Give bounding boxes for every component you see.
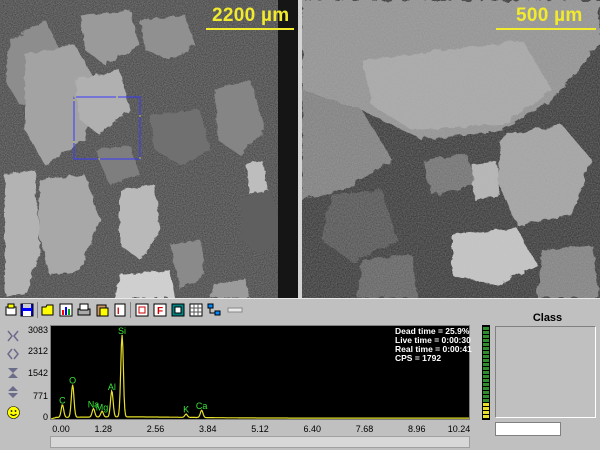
scale-bar-left (206, 28, 294, 30)
peak-label-si: Si (118, 326, 126, 336)
meter-segment (483, 391, 489, 394)
spectrum-scrollbar[interactable] (50, 436, 470, 448)
meter-segment (483, 351, 489, 354)
minimize-icon[interactable] (226, 302, 244, 318)
scale-label-right: 500 µm (516, 5, 583, 26)
up-down-icon[interactable] (6, 385, 20, 399)
scale-label-left: 2200 µm (212, 5, 290, 26)
peak-label-ca: Ca (196, 401, 208, 411)
peak-label-o: O (69, 375, 76, 385)
sem-image-right[interactable]: 500 µm (302, 0, 600, 298)
sem-image-left-rendering (0, 0, 298, 298)
x-tick-label: 10.24 (447, 424, 471, 434)
y-tick-label: 2312 (27, 346, 48, 356)
y-tick-label: 0 (42, 412, 48, 422)
x-tick-label: 3.84 (198, 424, 217, 434)
smiley-icon[interactable] (6, 405, 20, 419)
eds-analysis-window: 2200 µm 500 µm I F 3083 2312 1542 771 0 … (0, 0, 600, 450)
svg-text:I: I (117, 306, 120, 316)
f-filter-icon[interactable]: F (152, 302, 168, 318)
frame-icon[interactable] (134, 302, 150, 318)
meter-segment (483, 359, 489, 362)
y-tick-label: 771 (32, 391, 48, 401)
x-tick-label: 7.68 (355, 424, 374, 434)
meter-segment (483, 335, 489, 338)
meter-segment (483, 371, 489, 374)
zoom-fit-icon[interactable] (6, 329, 20, 343)
meter-segment (483, 415, 489, 418)
sem-image-left[interactable]: 2200 µm (0, 0, 298, 298)
meter-segment (483, 331, 489, 334)
meter-segment (483, 411, 489, 414)
print-preview-icon[interactable] (3, 302, 19, 318)
printer-icon[interactable] (76, 302, 92, 318)
sem-image-right-rendering (302, 0, 600, 298)
peak-label-mg: Mg (96, 402, 109, 412)
text-report-icon[interactable]: I (112, 302, 128, 318)
scale-bar-right (496, 28, 596, 30)
class-list[interactable] (495, 326, 596, 418)
x-tick-label: 8.96 (407, 424, 426, 434)
toolbar-separator (37, 302, 38, 318)
meter-segment (483, 367, 489, 370)
meter-segment (483, 375, 489, 378)
peak-label-k: K (183, 405, 189, 415)
meter-segment (483, 387, 489, 390)
x-tick-label: 1.28 (94, 424, 113, 434)
class-input[interactable] (495, 422, 561, 436)
grid-icon[interactable] (188, 302, 204, 318)
horizontal-expand-icon[interactable] (6, 347, 20, 361)
meter-segment (483, 407, 489, 410)
vertical-expand-icon[interactable] (6, 366, 20, 380)
open-icon[interactable] (40, 302, 56, 318)
meter-segment (483, 403, 489, 406)
meter-segment (483, 395, 489, 398)
meter-segment (483, 343, 489, 346)
toolbar-separator (130, 302, 131, 318)
meter-segment (483, 327, 489, 330)
class-title: Class (532, 312, 563, 324)
x-tick-label: 6.40 (303, 424, 322, 434)
meter-segment (483, 347, 489, 350)
meter-segment (483, 383, 489, 386)
stop-icon[interactable] (170, 302, 186, 318)
y-tick-label: 3083 (27, 325, 48, 335)
meter-segment (483, 399, 489, 402)
meter-segment (483, 363, 489, 366)
paste-icon[interactable] (94, 302, 110, 318)
chart-icon[interactable] (58, 302, 74, 318)
peak-label-al: Al (108, 382, 116, 392)
x-tick-label: 2.56 (146, 424, 165, 434)
acquisition-stats: Dead time = 25.9% Live time = 0:00:30 Re… (395, 327, 472, 363)
meter-segment (483, 355, 489, 358)
counts-per-second: CPS = 1792 (395, 353, 442, 363)
svg-text:F: F (157, 306, 163, 317)
count-rate-meter (482, 325, 490, 420)
y-tick-label: 1542 (27, 368, 48, 378)
x-tick-label: 5.12 (251, 424, 269, 434)
meter-segment (483, 339, 489, 342)
peak-label-c: C (59, 395, 66, 405)
x-tick-label: 0.00 (52, 424, 70, 434)
save-icon[interactable] (19, 302, 35, 318)
meter-segment (483, 379, 489, 382)
network-icon[interactable] (206, 302, 222, 318)
